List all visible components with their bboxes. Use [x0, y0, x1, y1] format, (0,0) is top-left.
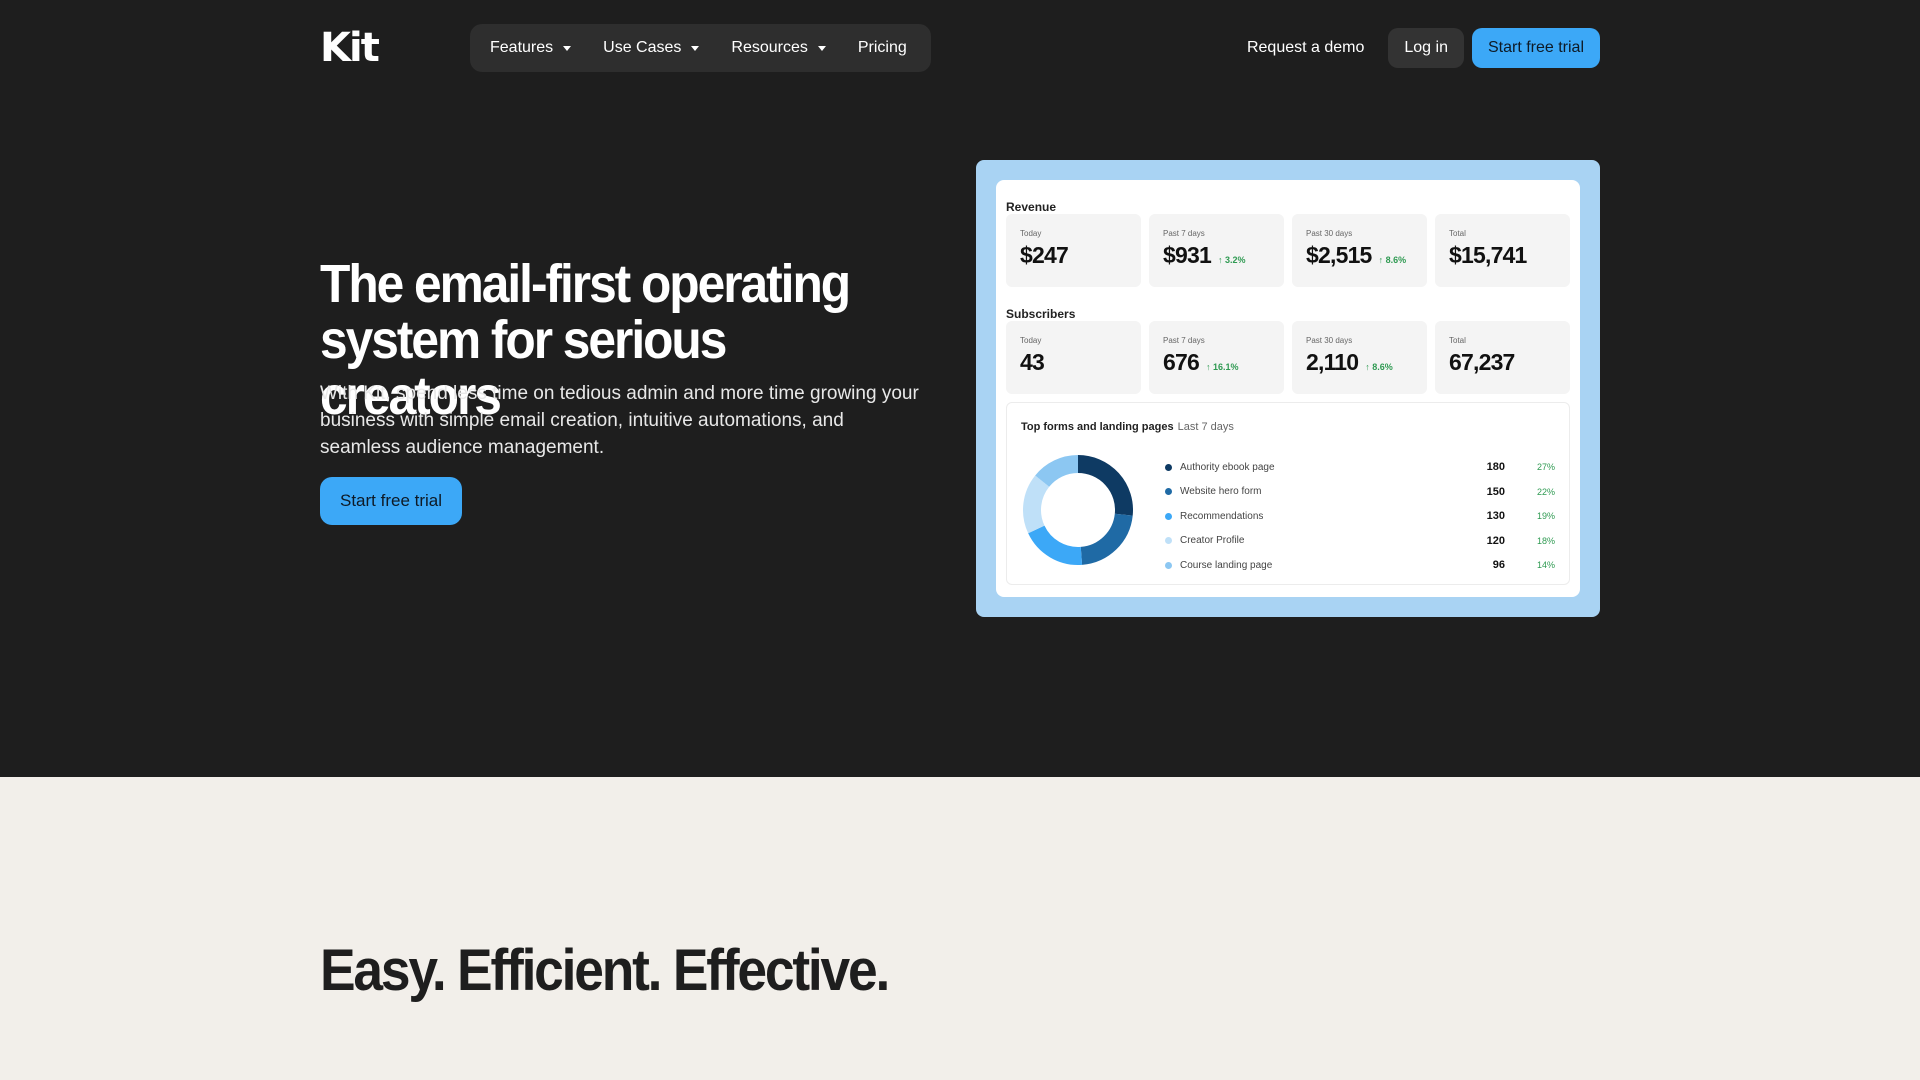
forms-donut-chart — [1023, 455, 1133, 565]
revenue-label: Revenue — [1006, 200, 1057, 214]
menu-item-resources[interactable]: Resources — [731, 39, 826, 57]
stat-delta: ↑ 16.1% — [1205, 362, 1239, 372]
caret-down-icon — [817, 45, 826, 51]
stat-delta: ↑ 8.6% — [1365, 362, 1393, 372]
forms-legend: Authority ebook page 180 27% Website hero f… — [1165, 455, 1555, 578]
legend-item-name: Creator Profile — [1180, 535, 1245, 547]
stat-card: Past 7 days 676 ↑ 16.1% — [1149, 321, 1284, 394]
stat-value: 43 — [1020, 349, 1045, 375]
stat-card: Past 30 days $2,515 ↑ 8.6% — [1292, 214, 1427, 287]
section-title: Easy. Efficient. Effective. — [320, 938, 890, 1003]
legend-dot-icon — [1165, 537, 1172, 545]
stat-card: Today $247 — [1006, 214, 1141, 287]
stat-card: Total 67,237 — [1435, 321, 1570, 394]
legend-dot-icon — [1165, 463, 1172, 471]
stat-period: Past 7 days — [1163, 336, 1205, 345]
revenue-stats: Today $247 Past 7 days $931 ↑ 3.2% Past 3… — [1006, 214, 1570, 287]
top-forms-card: Top forms and landing pages Last 7 days A… — [1006, 402, 1570, 585]
stat-period: Past 30 days — [1306, 229, 1353, 238]
features-section: Easy. Efficient. Effective. — [0, 777, 1920, 1080]
top-forms-period: Last 7 days — [1177, 421, 1234, 433]
legend-item-name: Course landing page — [1180, 559, 1273, 571]
hero-subtitle: With Kit, spend less time on tedious adm… — [320, 383, 919, 458]
legend-item-percent: 22% — [1536, 486, 1555, 497]
legend-dot-icon — [1165, 488, 1172, 496]
stat-value: 67,237 — [1449, 349, 1515, 375]
request-demo-link[interactable]: Request a demo — [1247, 39, 1364, 57]
donut-slice — [1077, 455, 1133, 516]
stat-value: 2,110 — [1306, 349, 1359, 375]
legend-item-count: 150 — [1486, 485, 1505, 498]
stat-card: Today 43 — [1006, 321, 1141, 394]
stat-delta: ↑ 8.6% — [1378, 255, 1407, 265]
legend-item-percent: 14% — [1536, 560, 1555, 571]
menu-item-label: Features — [490, 39, 554, 56]
legend-item-percent: 19% — [1536, 511, 1555, 522]
stat-value: $931 — [1163, 242, 1212, 268]
dashboard-card: Revenue Today $247 Past 7 days $931 ↑ 3.2… — [996, 180, 1580, 597]
stat-period: Past 30 days — [1306, 336, 1353, 345]
login-button[interactable]: Log in — [1388, 28, 1464, 68]
menu-item-pricing[interactable]: Pricing — [858, 39, 907, 57]
legend-item-count: 96 — [1492, 559, 1505, 572]
stat-card: Past 7 days $931 ↑ 3.2% — [1149, 214, 1284, 287]
legend-item: Authority ebook page 180 27% — [1165, 455, 1555, 480]
legend-item: Website hero form 150 22% — [1165, 480, 1555, 505]
stat-delta: ↑ 3.2% — [1217, 255, 1246, 265]
donut-slice — [1080, 513, 1133, 565]
start-trial-nav-button[interactable]: Start free trial — [1471, 28, 1600, 68]
nav-actions: Request a demo Log in Start free trial — [1247, 28, 1600, 68]
kit-logo[interactable]: Kit — [320, 28, 380, 68]
legend-item-percent: 27% — [1536, 462, 1555, 473]
legend-item: Course landing page 96 14% — [1165, 553, 1555, 578]
menu-item-label: Resources — [731, 39, 808, 56]
menu-item-features[interactable]: Features — [490, 39, 572, 57]
donut-slice — [1023, 475, 1050, 534]
subscriber-stats: Today 43 Past 7 days 676 ↑ 16.1% Past 30 … — [1006, 321, 1570, 394]
donut-slice — [1035, 455, 1079, 488]
stat-value: $2,515 — [1306, 242, 1372, 268]
legend-item-name: Authority ebook page — [1180, 461, 1275, 473]
top-forms-title: Top forms and landing pages Last 7 days — [1021, 421, 1234, 433]
subscribers-label: Subscribers — [1006, 307, 1076, 321]
stat-period: Today — [1020, 336, 1042, 345]
stat-period: Today — [1020, 229, 1042, 238]
caret-down-icon — [691, 45, 700, 51]
hero-title-line1: The email-first operating — [320, 254, 851, 314]
legend-item: Recommendations 130 19% — [1165, 504, 1555, 529]
legend-item-count: 120 — [1486, 534, 1505, 547]
legend-dot-icon — [1165, 512, 1172, 520]
legend-item-name: Recommendations — [1180, 510, 1264, 522]
menu-item-label: Pricing — [857, 39, 907, 56]
stat-period: Total — [1449, 336, 1466, 345]
legend-item-count: 130 — [1486, 510, 1505, 523]
stat-card: Total $15,741 — [1435, 214, 1570, 287]
caret-down-icon — [563, 45, 572, 51]
stat-period: Total — [1449, 229, 1466, 238]
top-nav: Kit Features Use Cases Resources Pricing… — [0, 0, 1920, 96]
legend-item: Creator Profile 120 18% — [1165, 529, 1555, 554]
stat-value: 676 — [1163, 349, 1200, 375]
legend-dot-icon — [1165, 561, 1172, 569]
top-forms-title-text: Top forms and landing pages — [1021, 421, 1174, 433]
dashboard-preview: Revenue Today $247 Past 7 days $931 ↑ 3.2… — [976, 160, 1600, 617]
main-menu: Features Use Cases Resources Pricing — [470, 24, 931, 72]
menu-item-use-cases[interactable]: Use Cases — [603, 39, 700, 57]
stat-value: $15,741 — [1449, 242, 1527, 268]
legend-item-name: Website hero form — [1180, 486, 1262, 498]
donut-slice — [1028, 525, 1083, 565]
stat-period: Past 7 days — [1163, 229, 1205, 238]
legend-item-count: 180 — [1486, 461, 1505, 474]
legend-item-percent: 18% — [1536, 535, 1555, 546]
menu-item-label: Use Cases — [603, 39, 682, 56]
start-trial-hero-button[interactable]: Start free trial — [320, 477, 463, 525]
stat-card: Past 30 days 2,110 ↑ 8.6% — [1292, 321, 1427, 394]
stat-value: $247 — [1020, 242, 1069, 268]
